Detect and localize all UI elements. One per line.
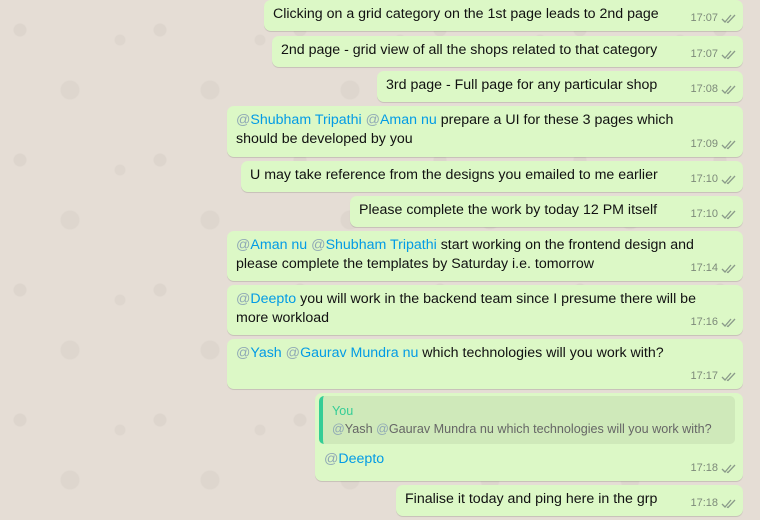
- message-bubble[interactable]: @Deepto you will work in the backend tea…: [227, 285, 743, 335]
- message-time: 17:07: [690, 48, 718, 60]
- message-time: 17:10: [690, 173, 718, 185]
- message-meta: 17:18: [690, 459, 737, 478]
- message-meta: 17:18: [690, 494, 737, 513]
- message-text: @Deepto you will work in the backend tea…: [236, 291, 696, 326]
- double-check-icon: [721, 464, 736, 474]
- message-text: @Aman nu @Shubham Tripathi start working…: [236, 237, 694, 272]
- mention-link[interactable]: Shubham Tripathi: [326, 237, 437, 253]
- mention-link[interactable]: Yash: [250, 345, 281, 361]
- message-text: Clicking on a grid category on the 1st p…: [273, 6, 659, 22]
- message-text: @Deepto: [324, 451, 385, 467]
- message-bubble[interactable]: @Yash @Gaurav Mundra nu which technologi…: [227, 339, 743, 389]
- message-bubble[interactable]: 3rd page - Full page for any particular …: [377, 71, 743, 102]
- message-text: @Shubham Tripathi @Aman nu prepare a UI …: [236, 112, 674, 147]
- message-text: @Yash @Gaurav Mundra nu which technologi…: [236, 345, 664, 361]
- message-time: 17:14: [690, 262, 718, 274]
- message-time: 17:08: [690, 83, 718, 95]
- mention-link[interactable]: Deepto: [338, 451, 384, 467]
- mention-link[interactable]: Deepto: [250, 291, 296, 307]
- message-meta: 17:09: [690, 135, 737, 154]
- message-bubble[interactable]: Finalise it today and ping here in the g…: [396, 485, 743, 516]
- quoted-message[interactable]: You @Yash @Gaurav Mundra nu which techno…: [319, 396, 735, 444]
- message-bubble[interactable]: @Shubham Tripathi @Aman nu prepare a UI …: [227, 106, 743, 157]
- message-text: Please complete the work by today 12 PM …: [359, 202, 658, 218]
- quote-author: You: [332, 404, 354, 418]
- message-text: U may take reference from the designs yo…: [250, 167, 658, 183]
- message-meta: 17:10: [690, 170, 737, 189]
- message-time: 17:10: [690, 208, 718, 220]
- message-text: 2nd page - grid view of all the shops re…: [281, 42, 658, 58]
- mention-link[interactable]: Gaurav Mundra nu: [300, 345, 418, 361]
- message-time: 17:09: [690, 138, 718, 150]
- double-check-icon: [721, 14, 736, 24]
- mention-link[interactable]: Aman nu: [250, 237, 307, 253]
- message-time: 17:16: [690, 316, 718, 328]
- message-bubble[interactable]: U may take reference from the designs yo…: [241, 161, 743, 192]
- message-meta: 17:07: [690, 45, 737, 64]
- mention-link[interactable]: Aman nu: [380, 112, 437, 128]
- message-time: 17:07: [690, 12, 718, 24]
- message-meta: 17:16: [690, 313, 737, 332]
- message-bubble[interactable]: Clicking on a grid category on the 1st p…: [264, 0, 743, 31]
- message-time: 17:17: [690, 370, 718, 382]
- double-check-icon: [721, 210, 736, 220]
- double-check-icon: [721, 140, 736, 150]
- message-text: 3rd page - Full page for any particular …: [386, 77, 658, 93]
- chat-panel: Clicking on a grid category on the 1st p…: [0, 0, 760, 520]
- reply-message-bubble[interactable]: You @Yash @Gaurav Mundra nu which techno…: [315, 393, 743, 481]
- double-check-icon: [721, 85, 736, 95]
- double-check-icon: [721, 264, 736, 274]
- message-time: 17:18: [690, 462, 718, 474]
- double-check-icon: [721, 318, 736, 328]
- double-check-icon: [721, 372, 736, 382]
- double-check-icon: [721, 50, 736, 60]
- message-meta: 17:10: [690, 205, 737, 224]
- message-bubble[interactable]: @Aman nu @Shubham Tripathi start working…: [227, 231, 743, 281]
- message-meta: 17:14: [690, 259, 737, 278]
- message-bubble[interactable]: Please complete the work by today 12 PM …: [350, 196, 743, 227]
- message-time: 17:18: [690, 497, 718, 509]
- double-check-icon: [721, 499, 736, 509]
- mention-link[interactable]: Shubham Tripathi: [250, 112, 361, 128]
- message-meta: 17:08: [690, 80, 737, 99]
- message-text: Finalise it today and ping here in the g…: [405, 491, 658, 507]
- quote-text: @Yash @Gaurav Mundra nu which technologi…: [332, 422, 712, 436]
- double-check-icon: [721, 175, 736, 185]
- message-meta: 17:17: [690, 367, 737, 386]
- message-meta: 17:07: [690, 9, 737, 28]
- message-bubble[interactable]: 2nd page - grid view of all the shops re…: [272, 36, 743, 67]
